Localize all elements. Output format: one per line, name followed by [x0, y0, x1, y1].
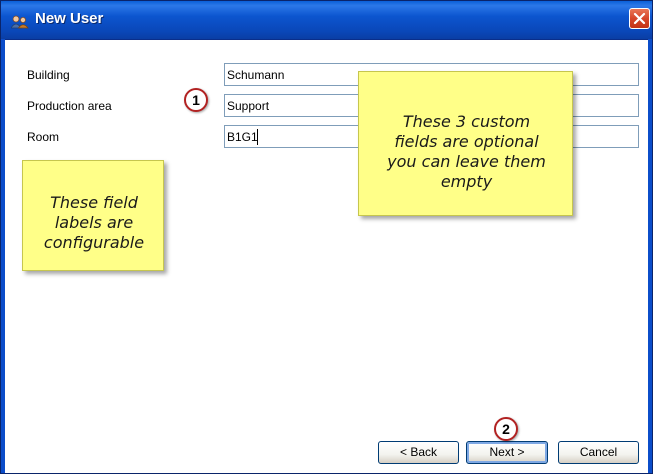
label-building: Building	[27, 68, 70, 82]
text-cursor	[257, 129, 258, 145]
note-field-labels-line: labels are	[54, 213, 134, 232]
label-room: Room	[27, 130, 60, 144]
title-bar[interactable]: New User	[1, 1, 652, 40]
window-title: New User	[35, 10, 104, 27]
note-custom-fields-line: you can leave them	[387, 152, 546, 171]
window-frame-right	[648, 39, 652, 473]
note-field-labels-line: These field	[50, 193, 138, 212]
note-custom-fields-line: These 3 custom	[402, 112, 531, 131]
note-custom-fields-line: empty	[440, 172, 493, 191]
callout-marker-1: 1	[184, 88, 208, 112]
note-custom-fields: These 3 custom fields are optional you c…	[358, 71, 573, 216]
users-icon	[10, 14, 29, 29]
note-field-labels: These field labels are configurable	[22, 160, 164, 271]
close-icon	[633, 12, 646, 25]
close-button[interactable]	[629, 8, 650, 29]
cancel-button[interactable]: Cancel	[558, 441, 639, 464]
new-user-dialog: New User Building Production area Room 1…	[0, 0, 653, 474]
note-custom-fields-line: fields are optional	[394, 132, 539, 151]
next-button[interactable]: Next >	[466, 441, 548, 464]
window-frame-left	[1, 39, 5, 473]
callout-marker-2: 2	[494, 417, 518, 441]
back-button[interactable]: < Back	[378, 441, 459, 464]
note-field-labels-line: configurable	[43, 233, 145, 252]
label-production-area: Production area	[27, 99, 112, 113]
